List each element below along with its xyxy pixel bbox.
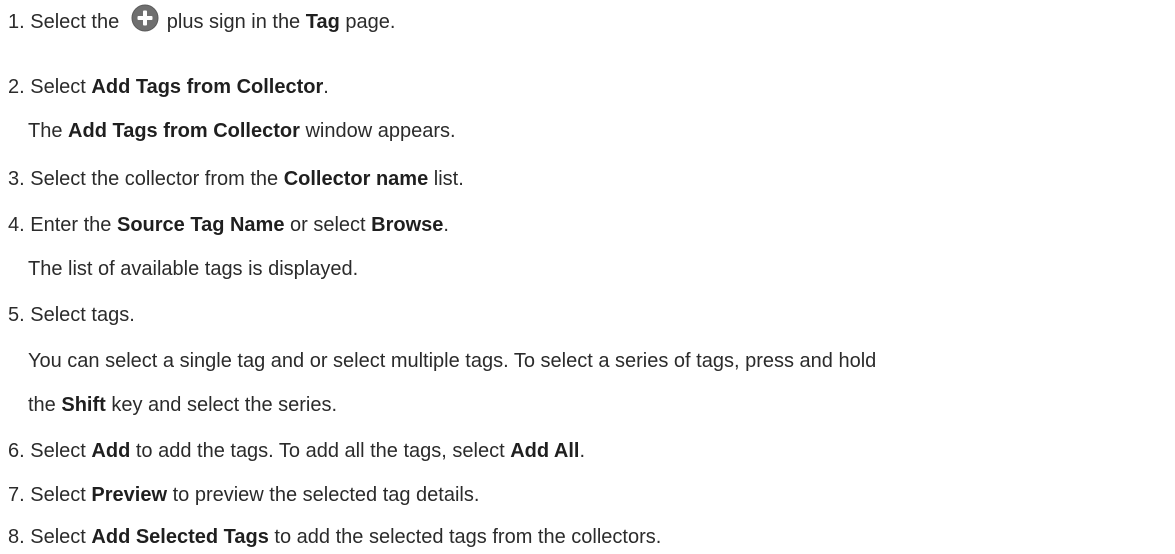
step-text: Enter the	[30, 214, 112, 236]
ui-term: Add	[91, 440, 131, 462]
step-text: Select the collector from the	[30, 168, 279, 190]
note-text: The list of available tags is displayed.	[28, 258, 359, 280]
ui-term: Add All	[510, 440, 580, 462]
step-number: 6.	[8, 440, 25, 462]
step-text: list.	[433, 168, 464, 190]
step-text: Select	[30, 76, 86, 98]
ui-term: Add Selected Tags	[91, 526, 269, 548]
step-text: Select	[30, 440, 86, 462]
ui-term: Add Tags from Collector	[91, 76, 324, 98]
step-text: or select	[290, 214, 366, 236]
note-text: the	[28, 394, 56, 416]
step-4: 4. Enter the Source Tag Name or select B…	[8, 208, 449, 242]
step-text: to preview the selected tag details.	[172, 484, 480, 506]
step-text: to add the selected tags from the collec…	[274, 526, 662, 548]
note-text: The	[28, 120, 63, 142]
ui-term: Source Tag Name	[116, 214, 285, 236]
ui-term: Browse	[371, 214, 444, 236]
note-text: window appears.	[305, 120, 456, 142]
step-number: 8.	[8, 526, 25, 548]
step-2: 2. Select Add Tags from Collector.	[8, 70, 329, 104]
step-text: .	[323, 76, 329, 98]
step-text: page.	[345, 11, 396, 33]
step-number: 5.	[8, 304, 25, 326]
step-text: Select	[30, 526, 86, 548]
ui-term: Preview	[91, 484, 168, 506]
step-text: plus sign in the	[166, 11, 301, 33]
step-4-note: The list of available tags is displayed.	[28, 252, 358, 286]
step-5-note-2: the Shift key and select the series.	[28, 388, 337, 422]
step-number: 2.	[8, 76, 25, 98]
step-5: 5. Select tags.	[8, 298, 135, 332]
plus-circle-icon	[131, 4, 159, 32]
step-number: 1.	[8, 11, 25, 33]
ui-term: Shift	[61, 394, 106, 416]
ui-term: Collector name	[283, 168, 429, 190]
instruction-list: 1. Select the plus sign in the Tag page.…	[0, 0, 1175, 550]
step-6: 6. Select Add to add the tags. To add al…	[8, 434, 585, 468]
step-text: .	[443, 214, 449, 236]
step-3: 3. Select the collector from the Collect…	[8, 162, 464, 196]
step-text: Select	[30, 484, 86, 506]
step-2-note: The Add Tags from Collector window appea…	[28, 114, 456, 148]
step-text: .	[579, 440, 586, 462]
step-number: 3.	[8, 168, 25, 190]
step-number: 7.	[8, 484, 25, 506]
step-7: 7. Select Preview to preview the selecte…	[8, 478, 479, 512]
step-text: Select the	[30, 11, 120, 33]
step-text: to add the tags. To add all the tags, se…	[135, 440, 505, 462]
note-text: You can select a single tag and or selec…	[28, 350, 877, 372]
step-text: Select tags.	[30, 304, 135, 326]
step-number: 4.	[8, 214, 25, 236]
step-5-note: You can select a single tag and or selec…	[28, 344, 876, 378]
ui-term: Add Tags from Collector	[68, 120, 300, 142]
note-text: key and select the series.	[111, 394, 338, 416]
step-1: 1. Select the plus sign in the Tag page.	[8, 4, 395, 39]
step-8: 8. Select Add Selected Tags to add the s…	[8, 520, 661, 554]
ui-term: Tag	[305, 11, 340, 33]
